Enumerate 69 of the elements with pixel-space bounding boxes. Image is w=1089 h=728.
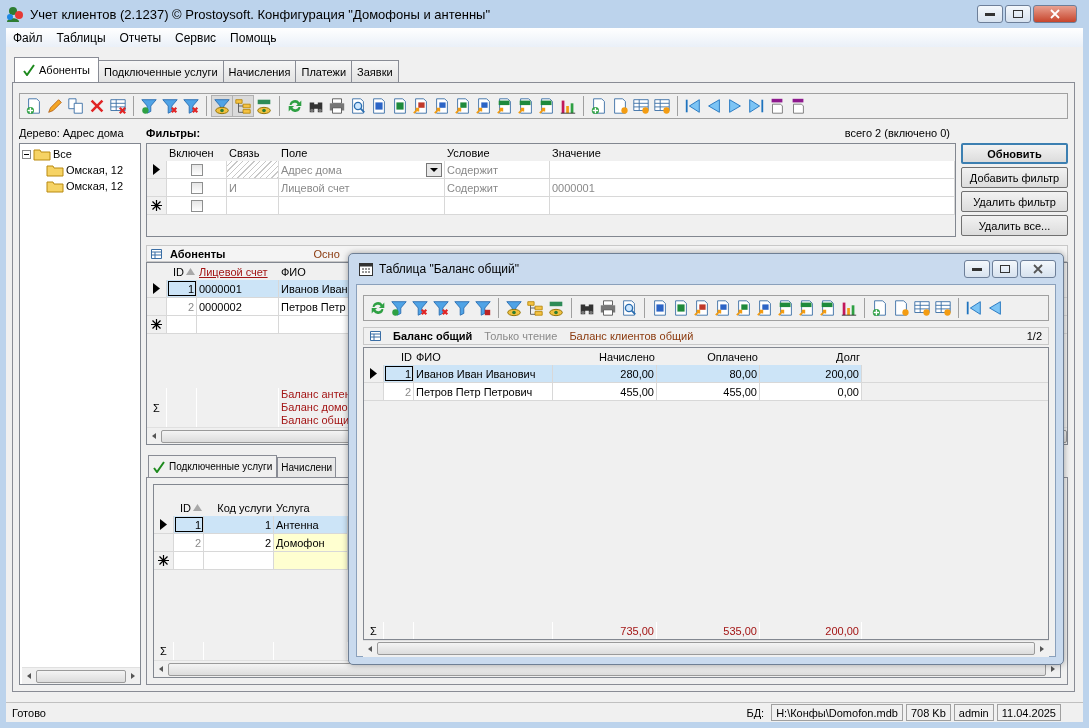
tree-item[interactable]: Омская, 12 <box>22 162 140 178</box>
table-cell: 1 <box>174 516 204 533</box>
filter-button[interactable]: Обновить <box>961 143 1068 164</box>
tree-label: Дерево: Адрес дома <box>19 127 125 141</box>
panel-title: Абоненты <box>170 247 226 260</box>
table-cell: 2 <box>384 383 414 400</box>
database-path: H:\Конфы\Domofon.mdb <box>771 704 903 721</box>
filters-label: Фильтры: <box>146 127 201 141</box>
table-cell: 280,00 <box>553 365 657 382</box>
table-cell: 455,00 <box>553 383 657 400</box>
sum-symbol: Σ <box>370 624 377 637</box>
dialog-title: Таблица "Баланс общий" <box>379 262 519 276</box>
tab[interactable]: Заявки <box>351 60 399 82</box>
table-cell: 0000002 <box>197 298 279 315</box>
table-cell: 1 <box>167 280 197 297</box>
table-cell: 455,00 <box>657 383 760 400</box>
table-cell: Петров Петр Петрович <box>414 383 553 400</box>
menu-item[interactable]: Сервис <box>168 30 224 45</box>
status-label: БД: <box>745 705 766 721</box>
menu-item[interactable]: Таблицы <box>49 30 113 45</box>
tree-item[interactable]: Все <box>22 146 140 162</box>
table-cell: Антенна <box>274 516 348 533</box>
table-cell: Домофон <box>274 534 348 551</box>
filter-button[interactable]: Удалить все... <box>961 215 1068 236</box>
table-cell: Петров Петр <box>279 298 349 315</box>
status-message: Готово <box>11 705 47 721</box>
tab[interactable]: Подключенные услуги <box>97 60 224 82</box>
table-cell: 0000001 <box>197 280 279 297</box>
table-cell: 2 <box>204 534 274 551</box>
total-label: Баланс домо <box>281 401 348 414</box>
table-cell: 80,00 <box>657 365 760 382</box>
tab[interactable]: Начислени <box>277 457 337 477</box>
sum-symbol: Σ <box>160 645 167 657</box>
filter-button[interactable]: Добавить фильтр <box>961 167 1068 188</box>
table-cell: Иванов Иван <box>279 280 349 297</box>
table-description: Баланс клиентов общий <box>569 330 694 342</box>
total-label: Баланс общи <box>281 414 350 427</box>
table-cell: 1 <box>204 516 274 533</box>
table-cell: И <box>227 179 279 196</box>
page-counter: 1/2 <box>1026 330 1042 342</box>
table-cell: Содержит <box>445 179 550 196</box>
table-cell: 1 <box>384 365 414 382</box>
field-name: Лицевой счет <box>281 181 350 194</box>
tree-item[interactable]: Омская, 12 <box>22 178 140 194</box>
tab[interactable]: Подключенные услуги <box>148 455 278 477</box>
user-name: admin <box>953 704 994 721</box>
sum-symbol: Σ <box>153 401 160 414</box>
field-name: Адрес дома <box>281 163 342 176</box>
table-title: Баланс общий <box>393 330 473 342</box>
table-cell: Иванов Иван Иванович <box>414 365 553 382</box>
menu-item[interactable]: Файл <box>6 30 50 45</box>
menu-item[interactable]: Отчеты <box>112 30 168 45</box>
tab[interactable]: Начисления <box>222 60 297 82</box>
filter-button[interactable]: Удалить фильтр <box>961 191 1068 212</box>
table-cell: 2 <box>174 534 204 551</box>
panel-subtitle: Осно <box>313 247 340 260</box>
mode-label: Только чтение <box>484 330 558 342</box>
menu-item[interactable]: Помощь <box>223 30 284 45</box>
table-cell: 200,00 <box>760 365 862 382</box>
status-date: 11.04.2025 <box>996 704 1061 721</box>
filter-summary: всего 2 (включено 0) <box>844 127 950 141</box>
table-cell: 0,00 <box>760 383 862 400</box>
window-title: Учет клиентов (2.1237) © Prostoysoft. Конфигурация "Домофоны и антенны" <box>30 6 491 22</box>
tab[interactable]: Платежи <box>295 60 353 82</box>
database-size: 708 Kb <box>905 704 951 721</box>
table-cell: 2 <box>167 298 197 315</box>
table-cell: 0000001 <box>550 179 955 196</box>
tab[interactable]: Абоненты <box>14 57 99 82</box>
table-cell: Содержит <box>445 161 550 178</box>
